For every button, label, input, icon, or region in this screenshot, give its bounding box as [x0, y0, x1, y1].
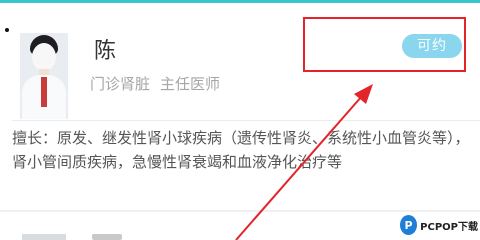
watermark-text: PCPOP下载: [420, 221, 478, 233]
avatar-tie: [41, 77, 47, 107]
doctor-title: 主任医师: [160, 75, 221, 93]
card-divider: [12, 120, 480, 121]
name-blur-overlay: [116, 35, 140, 57]
doctor-name: 陈: [94, 39, 118, 64]
next-doctor-name-placeholder: [92, 234, 122, 240]
doctor-meta: 门诊肾脏 主任医师: [90, 73, 220, 94]
next-doctor-avatar: [22, 234, 66, 240]
watermark: P PCPOP下载: [400, 214, 478, 236]
watermark-logo-icon: P: [400, 215, 418, 235]
avatar-face: [32, 43, 56, 71]
doctor-specialty: 擅长：原发、继发性肾小球疾病（遗传性肾炎、系统性小血管炎等），肾小管间质疾病，急…: [12, 129, 470, 171]
doctor-avatar: [20, 33, 68, 119]
annotation-highlight-box: [303, 17, 466, 72]
doctor-department: 门诊肾脏: [90, 75, 151, 93]
